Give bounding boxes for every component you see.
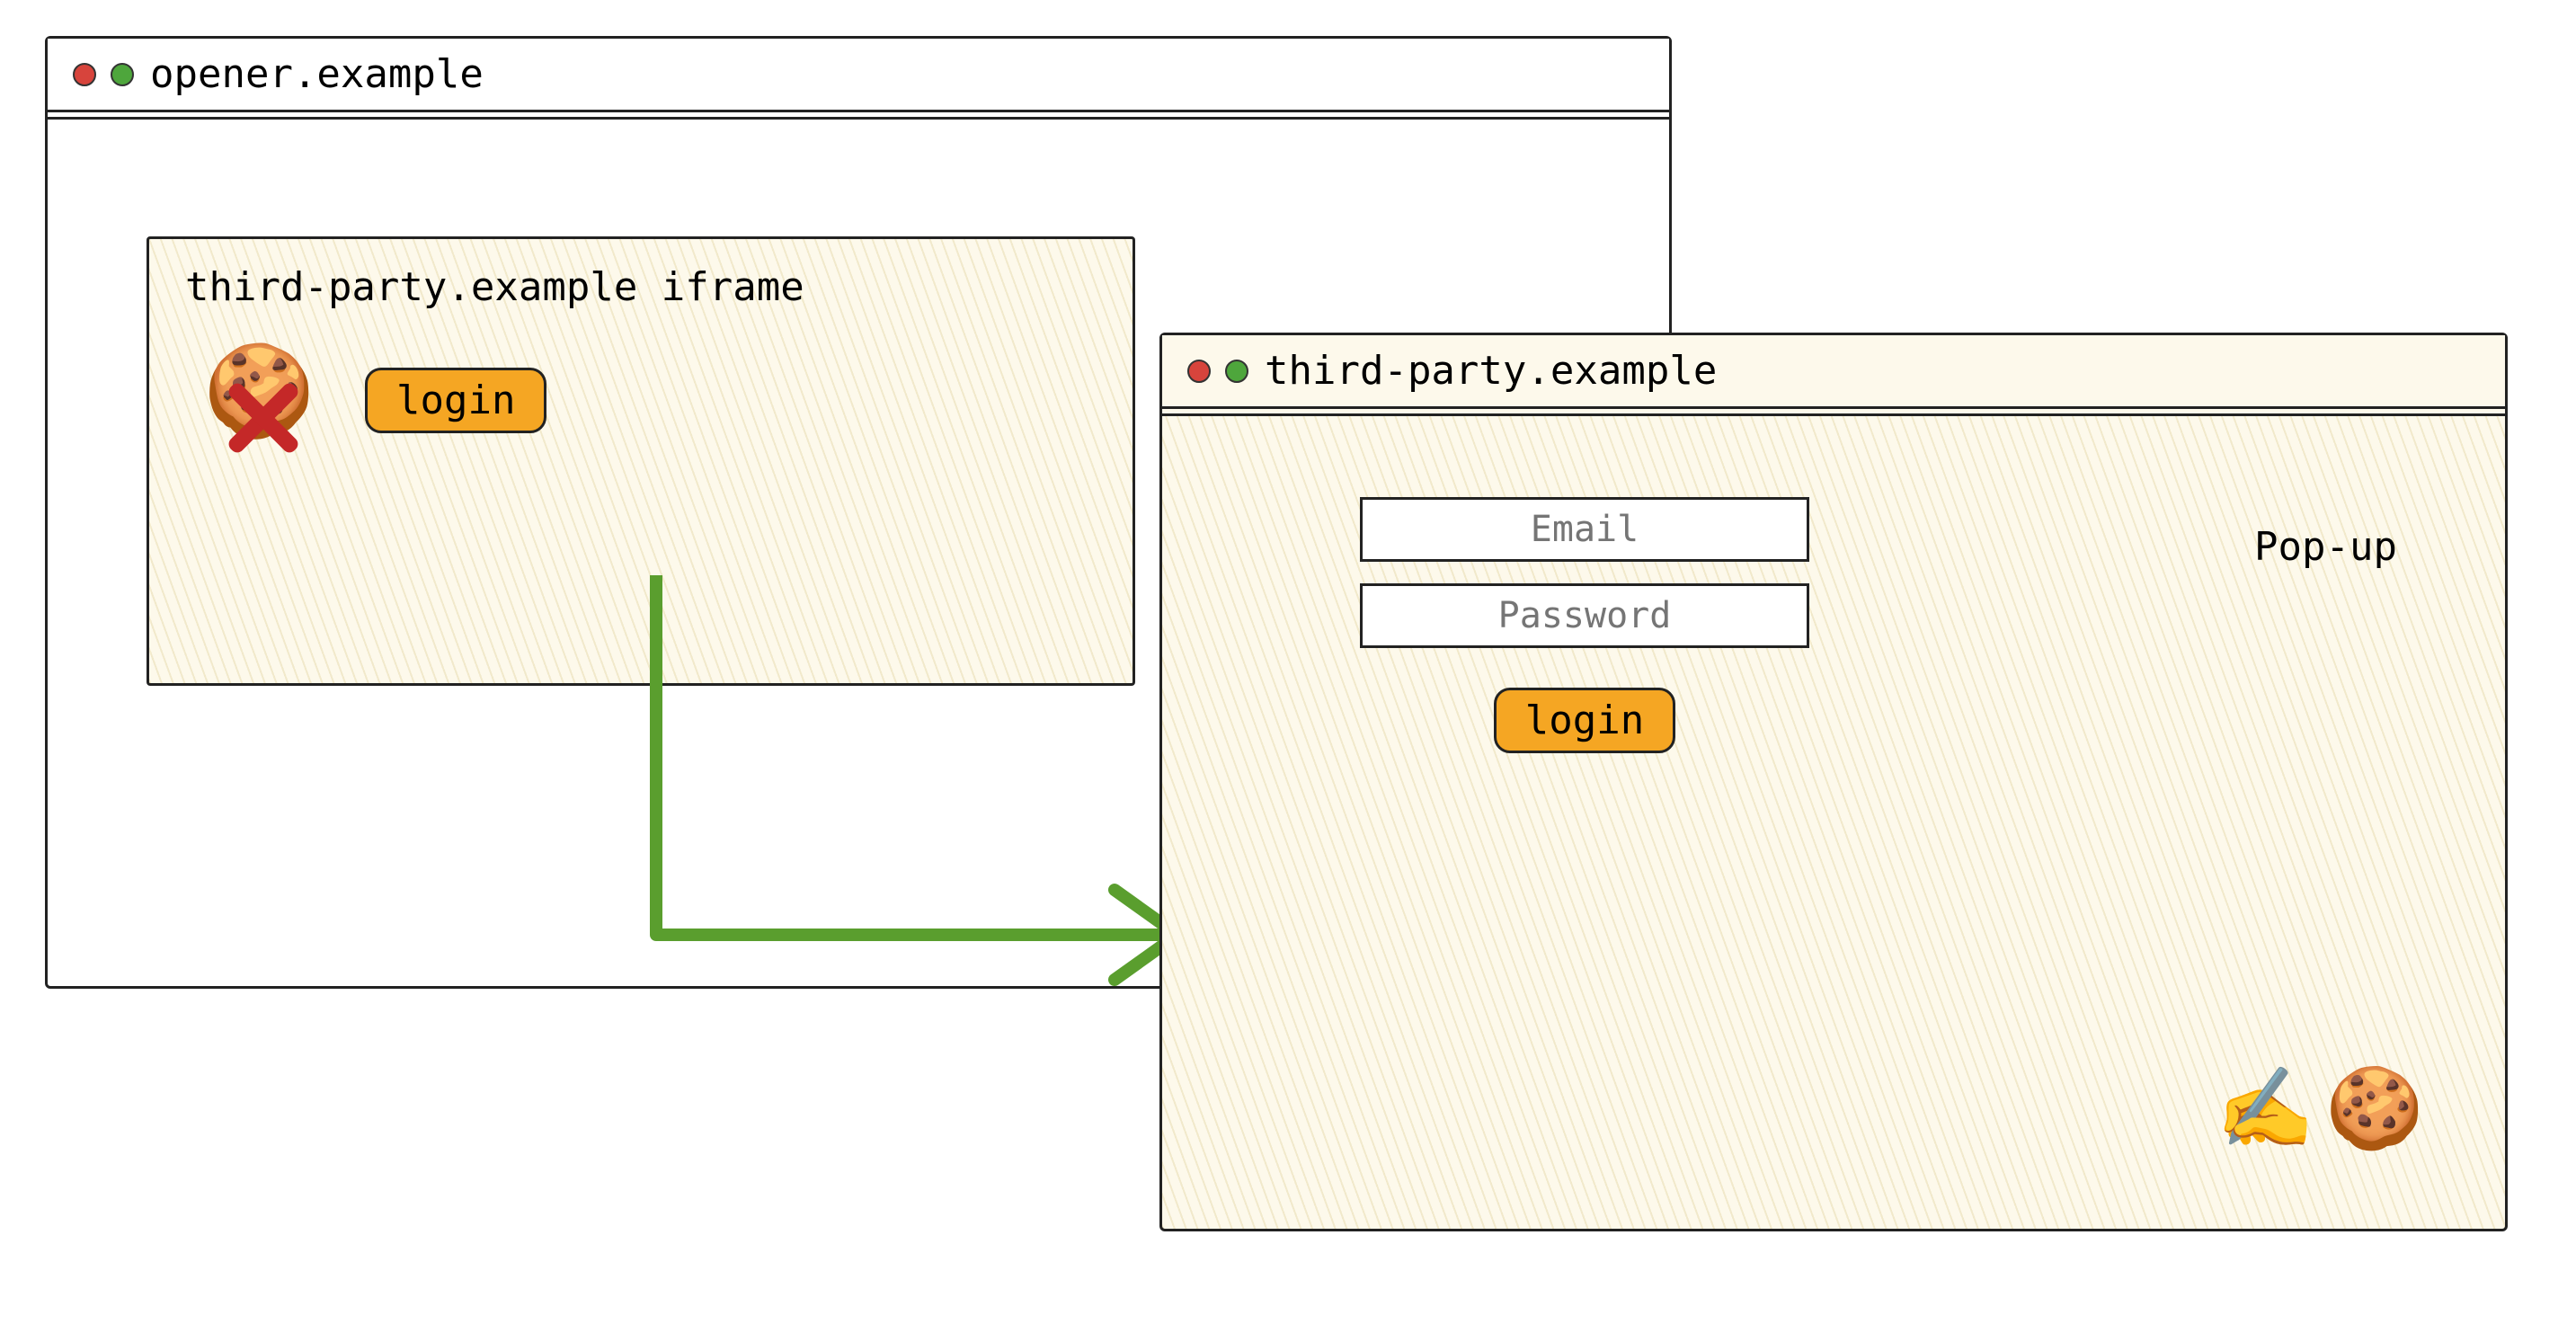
email-field[interactable] <box>1360 497 1809 562</box>
login-form: login <box>1333 497 1836 753</box>
blocked-cookie-group: 🍪 <box>203 346 311 454</box>
password-field[interactable] <box>1360 583 1809 648</box>
maximize-icon[interactable] <box>1225 360 1248 383</box>
popup-label: Pop-up <box>2254 524 2397 570</box>
popup-titlebar: third-party.example <box>1162 335 2505 409</box>
writing-hand-icon: ✍️ <box>2216 1069 2315 1148</box>
popup-window: third-party.example login Pop-up ✍️ 🍪 <box>1159 333 2508 1231</box>
iframe-label: third-party.example iframe <box>185 264 1097 310</box>
login-button[interactable]: login <box>1494 688 1675 753</box>
opener-title: opener.example <box>150 51 484 97</box>
maximize-icon[interactable] <box>111 63 134 86</box>
close-icon[interactable] <box>1187 360 1211 383</box>
third-party-iframe: third-party.example iframe 🍪 login <box>147 236 1135 686</box>
close-icon[interactable] <box>73 63 96 86</box>
login-button[interactable]: login <box>365 368 546 433</box>
opener-titlebar: opener.example <box>48 39 1669 112</box>
cookie-icon: 🍪 <box>2325 1069 2424 1148</box>
popup-title: third-party.example <box>1265 348 1717 394</box>
x-blocked-icon <box>219 378 300 459</box>
